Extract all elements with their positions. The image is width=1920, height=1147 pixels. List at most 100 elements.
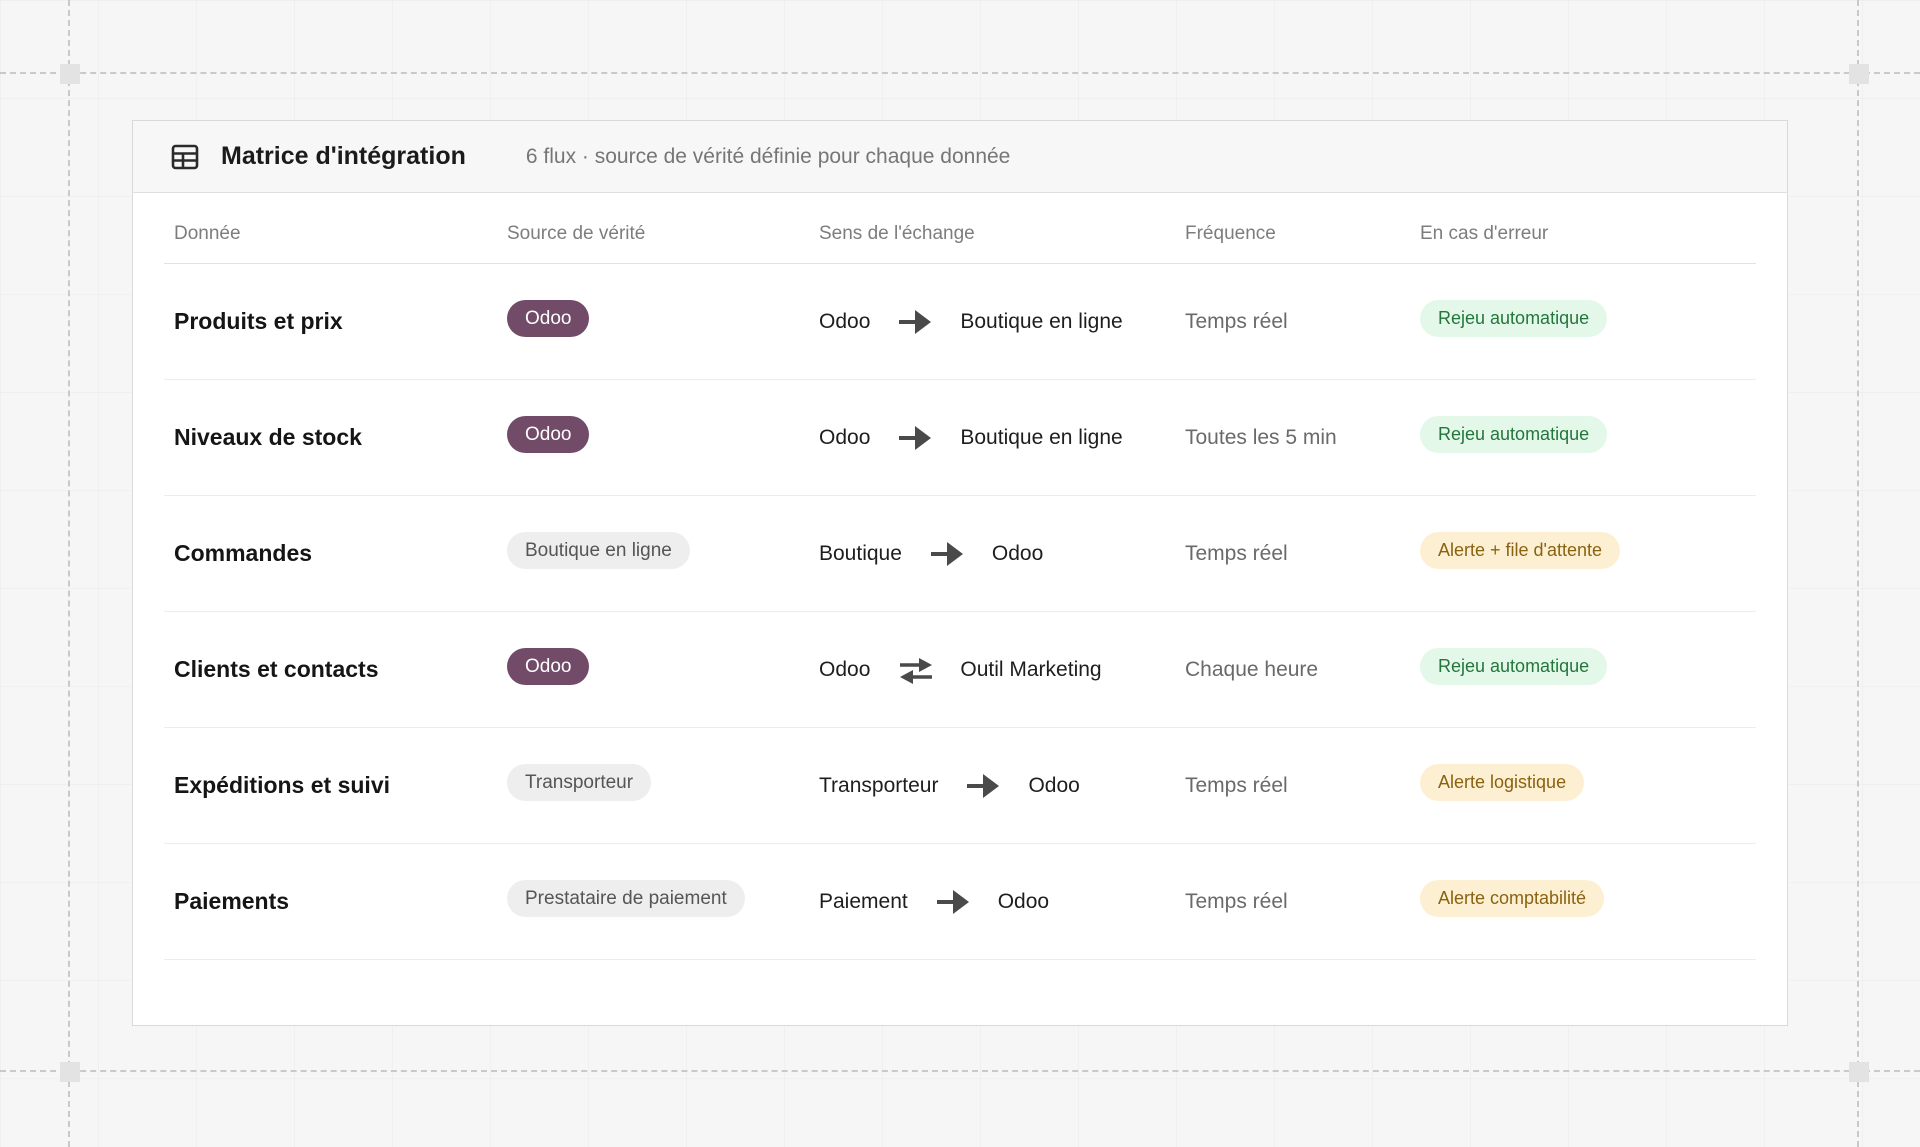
- data-name-label: Expéditions et suivi: [174, 772, 390, 798]
- panel-header: Matrice d'intégration 6 flux · source de…: [133, 121, 1787, 193]
- column-header-source: Source de vérité: [507, 223, 646, 244]
- arrow-right-icon: [898, 424, 932, 452]
- cell-error-handling: Rejeu automatique: [1420, 264, 1608, 379]
- column-header-direction: Sens de l'échange: [819, 223, 975, 244]
- flow-from-label: Boutique: [819, 541, 902, 565]
- arrow-right-icon: [936, 888, 970, 916]
- flow-direction: Transporteur Odoo: [819, 772, 1080, 800]
- table-header: Donnée Source de vérité Sens de l'échang…: [164, 193, 1756, 264]
- source-badge: Prestataire de paiement: [507, 880, 745, 917]
- flow-to-label: Odoo: [991, 541, 1044, 565]
- cell-source: Transporteur: [507, 728, 652, 843]
- table-row: Commandes Boutique en ligne Boutique Odoo Te…: [164, 496, 1756, 612]
- cell-flow: Odoo Boutique en ligne: [819, 380, 1123, 495]
- error-badge: Rejeu automatique: [1420, 416, 1608, 453]
- error-badge: Rejeu automatique: [1420, 648, 1608, 685]
- data-name-label: Commandes: [174, 540, 313, 566]
- frequency-label: Temps réel: [1185, 889, 1288, 913]
- canvas-guide-right: [1857, 0, 1859, 1147]
- cell-flow: Odoo Outil Marketing: [819, 612, 1102, 727]
- error-badge: Alerte logistique: [1420, 764, 1585, 801]
- column-header-data: Donnée: [174, 223, 241, 244]
- source-badge: Odoo: [507, 648, 590, 685]
- table-body: Produits et prix Odoo Odoo Boutique en lign…: [164, 264, 1756, 960]
- cell-data-name: Expéditions et suivi: [174, 728, 390, 843]
- frequency-label: Toutes les 5 min: [1185, 425, 1337, 449]
- cell-source: Odoo: [507, 380, 590, 495]
- cell-error-handling: Rejeu automatique: [1420, 380, 1608, 495]
- frequency-label: Chaque heure: [1185, 657, 1319, 681]
- cell-flow: Boutique Odoo: [819, 496, 1043, 611]
- cell-frequency: Toutes les 5 min: [1185, 380, 1337, 495]
- cell-source: Odoo: [507, 612, 590, 727]
- canvas-guide-top: [0, 72, 1920, 74]
- cell-flow: Paiement Odoo: [819, 844, 1049, 959]
- arrow-right-icon: [898, 308, 932, 336]
- cell-frequency: Temps réel: [1185, 496, 1288, 611]
- cell-error-handling: Alerte comptabilité: [1420, 844, 1605, 959]
- column-header-error: En cas d'erreur: [1420, 223, 1549, 244]
- canvas-corner-handle: [60, 1062, 80, 1082]
- cell-source: Prestataire de paiement: [507, 844, 745, 959]
- flow-direction: Odoo Boutique en ligne: [819, 308, 1123, 336]
- frequency-label: Temps réel: [1185, 541, 1288, 565]
- table-row: Niveaux de stock Odoo Odoo Boutique en lign…: [164, 380, 1756, 496]
- source-badge: Odoo: [507, 300, 590, 337]
- cell-frequency: Temps réel: [1185, 264, 1288, 379]
- flow-to-label: Outil Marketing: [960, 657, 1102, 681]
- panel-title: Matrice d'intégration: [221, 142, 466, 170]
- data-name-label: Clients et contacts: [174, 656, 379, 682]
- data-name-label: Paiements: [174, 888, 290, 914]
- column-header-frequency: Fréquence: [1185, 223, 1276, 244]
- source-badge: Transporteur: [507, 764, 652, 801]
- cell-data-name: Clients et contacts: [174, 612, 379, 727]
- cell-error-handling: Rejeu automatique: [1420, 612, 1608, 727]
- integration-matrix-panel: Matrice d'intégration 6 flux · source de…: [132, 120, 1788, 1026]
- table-grid-icon: [171, 143, 199, 171]
- flow-from-label: Odoo: [819, 425, 871, 449]
- bidirectional-arrow-icon: [898, 656, 933, 684]
- cell-flow: Transporteur Odoo: [819, 728, 1080, 843]
- flow-from-label: Transporteur: [819, 773, 939, 797]
- cell-frequency: Temps réel: [1185, 844, 1288, 959]
- cell-data-name: Commandes: [174, 496, 312, 611]
- arrow-right-icon: [966, 772, 1000, 800]
- integration-table: Donnée Source de vérité Sens de l'échang…: [164, 193, 1756, 960]
- cell-data-name: Produits et prix: [174, 264, 343, 379]
- flow-direction: Odoo Boutique en ligne: [819, 424, 1123, 452]
- error-badge: Rejeu automatique: [1420, 300, 1608, 337]
- source-badge: Boutique en ligne: [507, 532, 690, 569]
- frequency-label: Temps réel: [1185, 309, 1288, 333]
- canvas-corner-handle: [1849, 1062, 1869, 1082]
- flow-to-label: Odoo: [1028, 773, 1080, 797]
- canvas-guide-bottom: [0, 1070, 1920, 1072]
- flow-from-label: Odoo: [819, 309, 871, 333]
- error-badge: Alerte comptabilité: [1420, 880, 1605, 917]
- source-badge: Odoo: [507, 416, 590, 453]
- canvas-corner-handle: [1849, 64, 1869, 84]
- flow-to-label: Boutique en ligne: [960, 309, 1123, 333]
- cell-source: Odoo: [507, 264, 590, 379]
- table-row: Clients et contacts Odoo Odoo Outil Marketi…: [164, 612, 1756, 728]
- table-row: Paiements Prestataire de paiement Paiement…: [164, 844, 1756, 960]
- flow-direction: Odoo Outil Marketing: [819, 656, 1102, 684]
- data-name-label: Niveaux de stock: [174, 424, 362, 450]
- cell-error-handling: Alerte + file d'attente: [1420, 496, 1621, 611]
- data-name-label: Produits et prix: [174, 308, 343, 334]
- cell-error-handling: Alerte logistique: [1420, 728, 1585, 843]
- arrow-right-icon: [930, 540, 964, 568]
- flow-direction: Paiement Odoo: [819, 888, 1049, 916]
- cell-flow: Odoo Boutique en ligne: [819, 264, 1123, 379]
- frequency-label: Temps réel: [1185, 773, 1288, 797]
- canvas-guide-left: [68, 0, 70, 1147]
- flow-to-label: Boutique en ligne: [960, 425, 1123, 449]
- canvas-corner-handle: [60, 64, 80, 84]
- cell-frequency: Temps réel: [1185, 728, 1288, 843]
- panel-subtitle: 6 flux · source de vérité définie pour c…: [525, 144, 1011, 168]
- cell-data-name: Niveaux de stock: [174, 380, 362, 495]
- cell-data-name: Paiements: [174, 844, 289, 959]
- table-row: Produits et prix Odoo Odoo Boutique en lign…: [164, 264, 1756, 380]
- cell-frequency: Chaque heure: [1185, 612, 1318, 727]
- flow-from-label: Paiement: [819, 889, 908, 913]
- table-row: Expéditions et suivi Transporteur Transpor…: [164, 728, 1756, 844]
